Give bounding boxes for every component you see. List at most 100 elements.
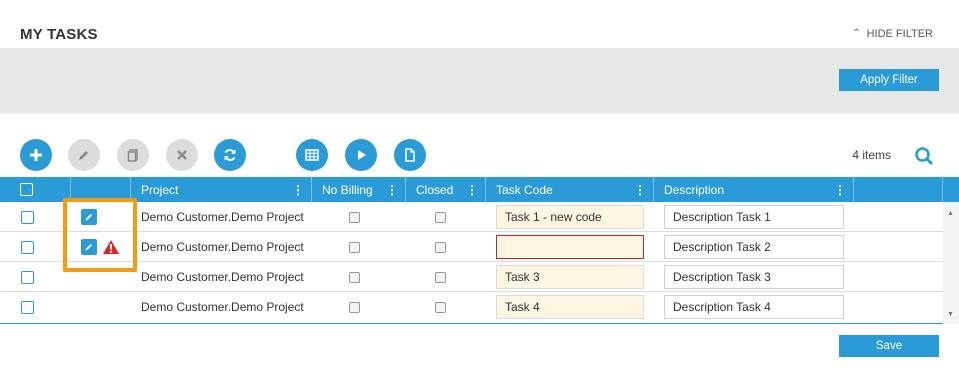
row-status-cell — [81, 202, 97, 232]
task-code-input[interactable]: Task 4 — [496, 295, 644, 319]
description-cell: Description Task 3 — [664, 262, 844, 292]
column-header-description[interactable]: Description ⋮ — [654, 177, 854, 202]
add-button[interactable] — [20, 139, 52, 171]
items-count: 4 items — [852, 148, 891, 162]
description-cell: Description Task 4 — [664, 292, 844, 322]
grid-bottom-border — [0, 323, 943, 324]
apply-filter-button[interactable]: Apply Filter — [839, 69, 939, 91]
table-row[interactable]: Demo Customer.Demo Project Task 4 Descri… — [0, 292, 943, 322]
refresh-icon — [224, 149, 236, 161]
vertical-scrollbar[interactable]: ▲ ▼ — [943, 202, 959, 324]
closed-checkbox[interactable] — [435, 241, 446, 253]
task-code-cell: Task 3 — [496, 262, 644, 292]
description-input[interactable]: Description Task 1 — [664, 205, 844, 229]
table-row[interactable]: Demo Customer.Demo Project Description T… — [0, 232, 943, 262]
description-input[interactable]: Description Task 4 — [664, 295, 844, 319]
run-button[interactable] — [345, 139, 377, 171]
column-label-project: Project — [141, 182, 179, 197]
description-cell: Description Task 2 — [664, 232, 844, 262]
project-cell: Demo Customer.Demo Project — [141, 270, 304, 284]
task-code-input[interactable]: Task 1 - new code — [496, 205, 644, 229]
column-menu-icon[interactable]: ⋮ — [386, 183, 398, 197]
project-cell: Demo Customer.Demo Project — [141, 210, 304, 224]
column-label-closed: Closed — [416, 182, 454, 197]
no-billing-checkbox[interactable] — [349, 271, 360, 283]
project-cell: Demo Customer.Demo Project — [141, 240, 304, 254]
closed-cell — [435, 292, 446, 322]
export-button[interactable] — [394, 139, 426, 171]
description-cell: Description Task 1 — [664, 202, 844, 232]
document-icon — [405, 148, 415, 162]
edited-pencil-icon — [81, 239, 97, 255]
row-select-cell — [21, 232, 34, 262]
description-input[interactable]: Description Task 2 — [664, 235, 844, 259]
copy-button[interactable] — [117, 139, 149, 171]
task-code-cell: Task 1 - new code — [496, 202, 644, 232]
row-checkbox[interactable] — [21, 210, 34, 224]
no-billing-cell — [349, 292, 360, 322]
no-billing-cell — [349, 202, 360, 232]
no-billing-checkbox[interactable] — [349, 301, 360, 313]
edited-pencil-icon — [81, 209, 97, 225]
row-checkbox[interactable] — [21, 240, 34, 254]
column-menu-icon[interactable]: ⋮ — [834, 183, 846, 197]
copy-icon — [127, 149, 138, 162]
row-select-cell — [21, 292, 34, 322]
edit-button[interactable] — [68, 139, 100, 171]
play-icon — [358, 150, 366, 160]
description-input[interactable]: Description Task 3 — [664, 265, 844, 289]
no-billing-checkbox[interactable] — [349, 241, 360, 253]
row-checkbox[interactable] — [21, 300, 34, 314]
grid-view-button[interactable] — [296, 139, 328, 171]
closed-checkbox[interactable] — [435, 271, 446, 283]
status-column-header — [71, 177, 131, 202]
plus-icon — [30, 149, 42, 161]
warning-icon — [103, 240, 119, 254]
page: MY TASKS ⌃ HIDE FILTER Apply Filter 4 it… — [0, 0, 959, 380]
scroll-up-icon[interactable]: ▲ — [947, 210, 954, 217]
delete-button[interactable] — [166, 139, 198, 171]
pencil-icon — [79, 151, 88, 160]
task-code-input[interactable]: Task 3 — [496, 265, 644, 289]
scroll-down-icon[interactable]: ▼ — [947, 311, 954, 318]
table-row[interactable]: Demo Customer.Demo Project Task 3 Descri… — [0, 262, 943, 292]
column-header-project[interactable]: Project ⋮ — [131, 177, 312, 202]
save-button[interactable]: Save — [839, 335, 939, 357]
select-all-cell — [0, 177, 71, 202]
row-status-cell — [81, 232, 120, 262]
no-billing-checkbox[interactable] — [349, 211, 360, 223]
column-menu-icon[interactable]: ⋮ — [466, 183, 478, 197]
closed-checkbox[interactable] — [435, 301, 446, 313]
column-menu-icon[interactable]: ⋮ — [634, 183, 646, 197]
row-select-cell — [21, 202, 34, 232]
column-header-closed[interactable]: Closed ⋮ — [406, 177, 486, 202]
column-label-no-billing: No Billing — [322, 182, 373, 197]
column-header-no-billing[interactable]: No Billing ⋮ — [312, 177, 406, 202]
no-billing-cell — [349, 232, 360, 262]
hide-filter-label: HIDE FILTER — [866, 28, 933, 40]
task-code-cell — [496, 232, 644, 262]
select-all-checkbox[interactable] — [20, 183, 33, 196]
task-code-input[interactable] — [496, 235, 644, 259]
closed-cell — [435, 202, 446, 232]
no-billing-cell — [349, 262, 360, 292]
closed-checkbox[interactable] — [435, 211, 446, 223]
refresh-button[interactable] — [214, 139, 246, 171]
column-menu-icon[interactable]: ⋮ — [292, 183, 304, 197]
column-label-description: Description — [664, 182, 725, 197]
grid-header: Project ⋮ No Billing ⋮ Closed ⋮ Task Cod… — [0, 177, 959, 202]
row-select-cell — [21, 262, 34, 292]
task-code-cell: Task 4 — [496, 292, 644, 322]
project-cell: Demo Customer.Demo Project — [141, 300, 304, 314]
closed-cell — [435, 262, 446, 292]
hide-filter-toggle[interactable]: ⌃ HIDE FILTER — [852, 27, 933, 41]
search-icon[interactable] — [914, 146, 934, 166]
filter-panel — [0, 48, 959, 114]
column-label-task-code: Task Code — [496, 182, 553, 197]
x-icon — [177, 150, 187, 160]
column-header-task-code[interactable]: Task Code ⋮ — [486, 177, 654, 202]
table-row[interactable]: Demo Customer.Demo Project Task 1 - new … — [0, 202, 943, 232]
chevron-up-icon: ⌃ — [852, 27, 861, 39]
row-checkbox[interactable] — [21, 270, 34, 284]
table-icon — [305, 149, 319, 161]
